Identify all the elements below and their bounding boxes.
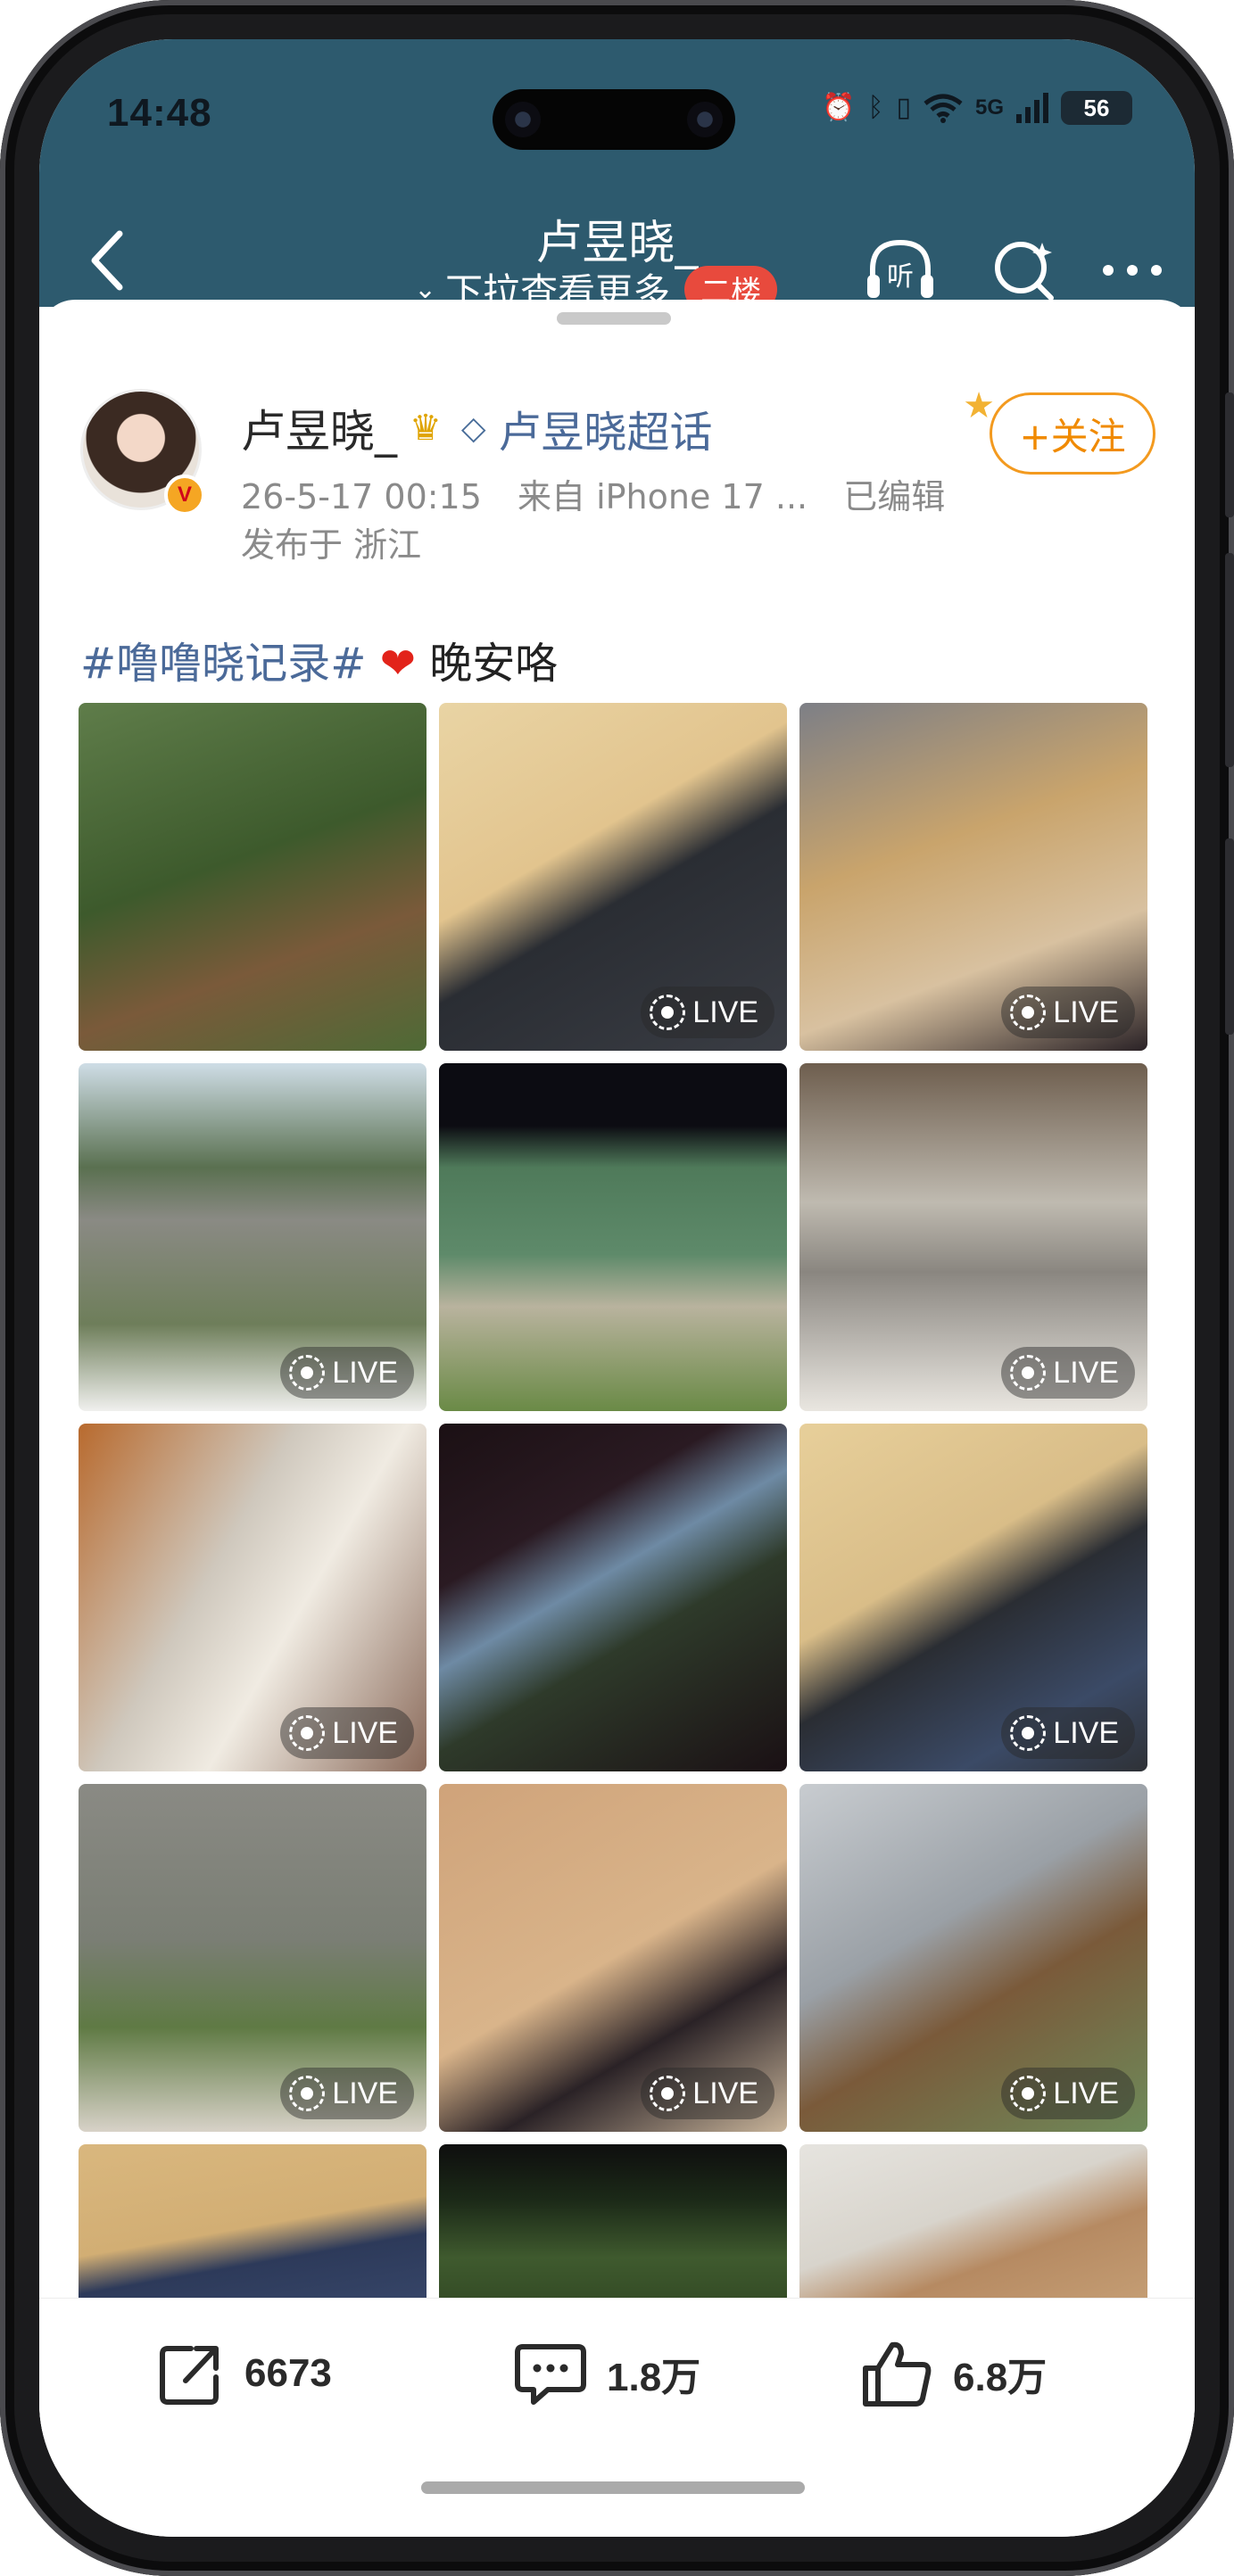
like-button[interactable]: 6.8万 (860, 2338, 1047, 2409)
live-label: LIVE (1053, 2076, 1119, 2110)
heart-icon: ❤ (379, 639, 416, 689)
signal-icon (1016, 93, 1048, 123)
nav-bar: 卢昱晓_ ⌄ 下拉查看更多 二楼 听 (39, 191, 1195, 314)
live-label: LIVE (692, 2076, 758, 2110)
bluetooth-icon: ᛒ (867, 92, 884, 123)
post-datetime: 26-5-17 00:15 (241, 477, 482, 516)
camera-icon (687, 102, 723, 137)
listen-icon[interactable]: 听 (860, 230, 940, 310)
wifi-icon (923, 94, 963, 123)
comment-icon (515, 2344, 586, 2405)
live-icon (1010, 1715, 1047, 1751)
more-icon[interactable] (1092, 230, 1172, 310)
live-label: LIVE (332, 1355, 398, 1390)
live-icon (1010, 2076, 1047, 2111)
live-label: LIVE (332, 1715, 398, 1750)
verified-badge: V (164, 475, 205, 516)
status-icons: ⏰ ᛒ ▯ 5G 56 (822, 91, 1132, 125)
camera-icon (505, 102, 541, 137)
post-meta: 26-5-17 00:15 来自 iPhone 17 ... 已编辑 (241, 469, 970, 518)
live-badge: LIVE (1001, 1347, 1135, 1399)
listen-label: 听 (887, 261, 914, 293)
live-icon (289, 2076, 326, 2111)
like-count: 6.8万 (953, 2356, 1048, 2399)
star-icon: ★ (963, 385, 995, 426)
photo-tile[interactable]: LIVE (79, 1424, 427, 1771)
photo-tile[interactable]: LIVE (799, 1424, 1147, 1771)
live-label: LIVE (1053, 995, 1119, 1029)
post-source: 来自 iPhone 17 ... (518, 477, 808, 516)
live-label: LIVE (1053, 1715, 1119, 1750)
username[interactable]: 卢昱晓_ (241, 396, 397, 460)
live-badge: LIVE (280, 2068, 414, 2119)
follow-button[interactable]: +关注 (990, 392, 1155, 475)
dynamic-island (493, 89, 735, 150)
hashtag-link[interactable]: #噜噜晓记录# (80, 639, 366, 689)
live-badge: LIVE (1001, 987, 1135, 1038)
live-label: LIVE (1053, 1355, 1119, 1390)
power-button (1225, 553, 1234, 767)
home-indicator[interactable] (421, 2481, 805, 2494)
post-body: 晚安咯 (429, 639, 559, 689)
action-bar: 6673 1.8万 6.8万 (39, 2298, 1195, 2537)
photo-tile[interactable] (439, 1063, 787, 1411)
post-text: #噜噜晓记录# ❤ 晚安咯 (80, 628, 558, 690)
share-icon (160, 2346, 219, 2405)
photo-tile[interactable]: LIVE (439, 703, 787, 1051)
live-icon (1010, 1355, 1047, 1391)
share-button[interactable]: 6673 (155, 2338, 332, 2409)
photo-tile[interactable] (79, 703, 427, 1051)
live-icon (1010, 995, 1047, 1030)
photo-tile[interactable]: LIVE (799, 1784, 1147, 2132)
battery-indicator: 56 (1061, 91, 1132, 125)
live-label: LIVE (692, 995, 758, 1029)
share-count: 6673 (244, 2351, 332, 2395)
search-icon[interactable] (985, 230, 1065, 310)
screen: 14:48 ⏰ ᛒ ▯ 5G 56 卢昱晓_ ⌄ 下拉查看更多 二楼 听 V 卢… (39, 39, 1195, 2537)
post-card: V 卢昱晓_ ♛ ◇ 卢昱晓超话 26-5-17 00:15 来自 iPhone… (39, 300, 1195, 2432)
thumbs-up-icon (863, 2341, 932, 2407)
photo-tile[interactable]: LIVE (439, 1784, 787, 2132)
supertopic-link[interactable]: 卢昱晓超话 (499, 397, 713, 459)
live-label: LIVE (332, 2076, 398, 2110)
live-icon (650, 2076, 686, 2111)
photo-tile[interactable]: LIVE (799, 703, 1147, 1051)
volume-button (1225, 392, 1234, 517)
edited-label[interactable]: 已编辑 (843, 477, 945, 516)
photo-tile[interactable]: LIVE (79, 1063, 427, 1411)
live-icon (289, 1715, 326, 1751)
live-icon (289, 1355, 326, 1391)
user-row: 卢昱晓_ ♛ ◇ 卢昱晓超话 (241, 396, 713, 460)
drag-handle[interactable] (557, 312, 671, 325)
live-badge: LIVE (280, 1707, 414, 1759)
photo-tile[interactable]: LIVE (79, 1784, 427, 2132)
power-button-lower (1225, 838, 1234, 1035)
post-location: 发布于 浙江 (241, 525, 422, 565)
live-badge: LIVE (641, 2068, 774, 2119)
diamond-icon: ◇ (460, 409, 486, 447)
vibrate-icon: ▯ (896, 92, 911, 123)
live-badge: LIVE (641, 987, 774, 1038)
status-bar: 14:48 ⏰ ᛒ ▯ 5G 56 (39, 39, 1195, 191)
photo-tile[interactable] (439, 1424, 787, 1771)
photo-tile[interactable]: LIVE (799, 1063, 1147, 1411)
comment-count: 1.8万 (607, 2356, 701, 2399)
live-badge: LIVE (1001, 1707, 1135, 1759)
comment-button[interactable]: 1.8万 (512, 2338, 700, 2409)
live-badge: LIVE (1001, 2068, 1135, 2119)
status-time: 14:48 (107, 91, 212, 135)
live-icon (650, 995, 686, 1030)
alarm-icon: ⏰ (822, 92, 856, 123)
header: 14:48 ⏰ ᛒ ▯ 5G 56 卢昱晓_ ⌄ 下拉查看更多 二楼 听 (39, 39, 1195, 314)
crown-icon: ♛ (410, 408, 442, 449)
live-badge: LIVE (280, 1347, 414, 1399)
network-type: 5G (974, 95, 1004, 120)
